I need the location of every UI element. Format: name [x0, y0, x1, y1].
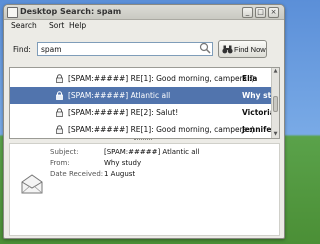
preview-pane: Subject: [SPAM:#####] Atlantic all From:…	[9, 143, 280, 236]
find-bar: Find: Find Now	[4, 38, 284, 60]
find-label: Find:	[13, 45, 31, 54]
app-icon	[7, 7, 18, 18]
window-title: Desktop Search: spam	[20, 7, 122, 16]
maximize-button[interactable]: □	[255, 7, 266, 18]
lock-icon	[56, 125, 63, 134]
search-icon	[199, 42, 211, 54]
pane-splitter[interactable]	[9, 138, 278, 142]
menu-help[interactable]: Help	[69, 21, 86, 30]
menu-search[interactable]: Search	[11, 21, 37, 30]
envelope-icon	[21, 174, 43, 194]
menu-sort[interactable]: Sort	[49, 21, 64, 30]
date-value: 1 August	[104, 170, 136, 178]
from-label: From:	[50, 159, 70, 167]
title-bar[interactable]: Desktop Search: spam _ □ ×	[4, 5, 284, 20]
lock-icon	[56, 74, 63, 83]
result-row[interactable]: [SPAM:#####] RE[1]: Good morning, camper…	[10, 70, 271, 87]
find-now-button[interactable]: Find Now	[218, 40, 267, 58]
results-scrollbar[interactable]: ▲ ▼	[271, 68, 279, 138]
minimize-button[interactable]: _	[242, 7, 253, 18]
result-from: Victoria	[242, 108, 275, 117]
date-label: Date Received:	[50, 170, 104, 178]
results-list: [SPAM:#####] RE[1]: Good morning, camper…	[9, 67, 280, 139]
close-button[interactable]: ×	[268, 7, 279, 18]
binoculars-icon	[222, 45, 233, 54]
result-subject: [SPAM:#####] RE[1]: Good morning, camper…	[68, 74, 255, 83]
result-subject: [SPAM:#####] RE[1]: Good morning, camper…	[68, 125, 255, 134]
result-row[interactable]: [SPAM:#####] RE[1]: Good morning, camper…	[10, 121, 275, 138]
result-subject: [SPAM:#####] RE[2]: Salut!	[68, 108, 179, 117]
lock-icon	[56, 91, 63, 100]
scroll-down-icon[interactable]: ▼	[272, 131, 279, 138]
subject-value: [SPAM:#####] Atlantic all	[104, 148, 200, 156]
menu-bar: Search Sort Help	[4, 20, 284, 32]
search-input[interactable]	[37, 42, 213, 56]
result-row-selected[interactable]: [SPAM:#####] Atlantic all Why stud	[10, 87, 279, 104]
lock-icon	[56, 108, 63, 117]
find-now-label: Find Now	[234, 44, 266, 54]
from-value: Why study	[104, 159, 142, 167]
result-row[interactable]: [SPAM:#####] RE[2]: Salut! Victoria	[10, 104, 275, 121]
result-from: Ella	[242, 74, 258, 83]
scrollbar-thumb[interactable]	[273, 96, 278, 112]
result-subject: [SPAM:#####] Atlantic all	[68, 91, 171, 100]
subject-label: Subject:	[50, 148, 79, 156]
splitter-grip-icon	[134, 139, 152, 142]
scroll-up-icon[interactable]: ▲	[272, 68, 279, 75]
desktop-search-window: Desktop Search: spam _ □ × Search Sort H…	[3, 4, 285, 239]
